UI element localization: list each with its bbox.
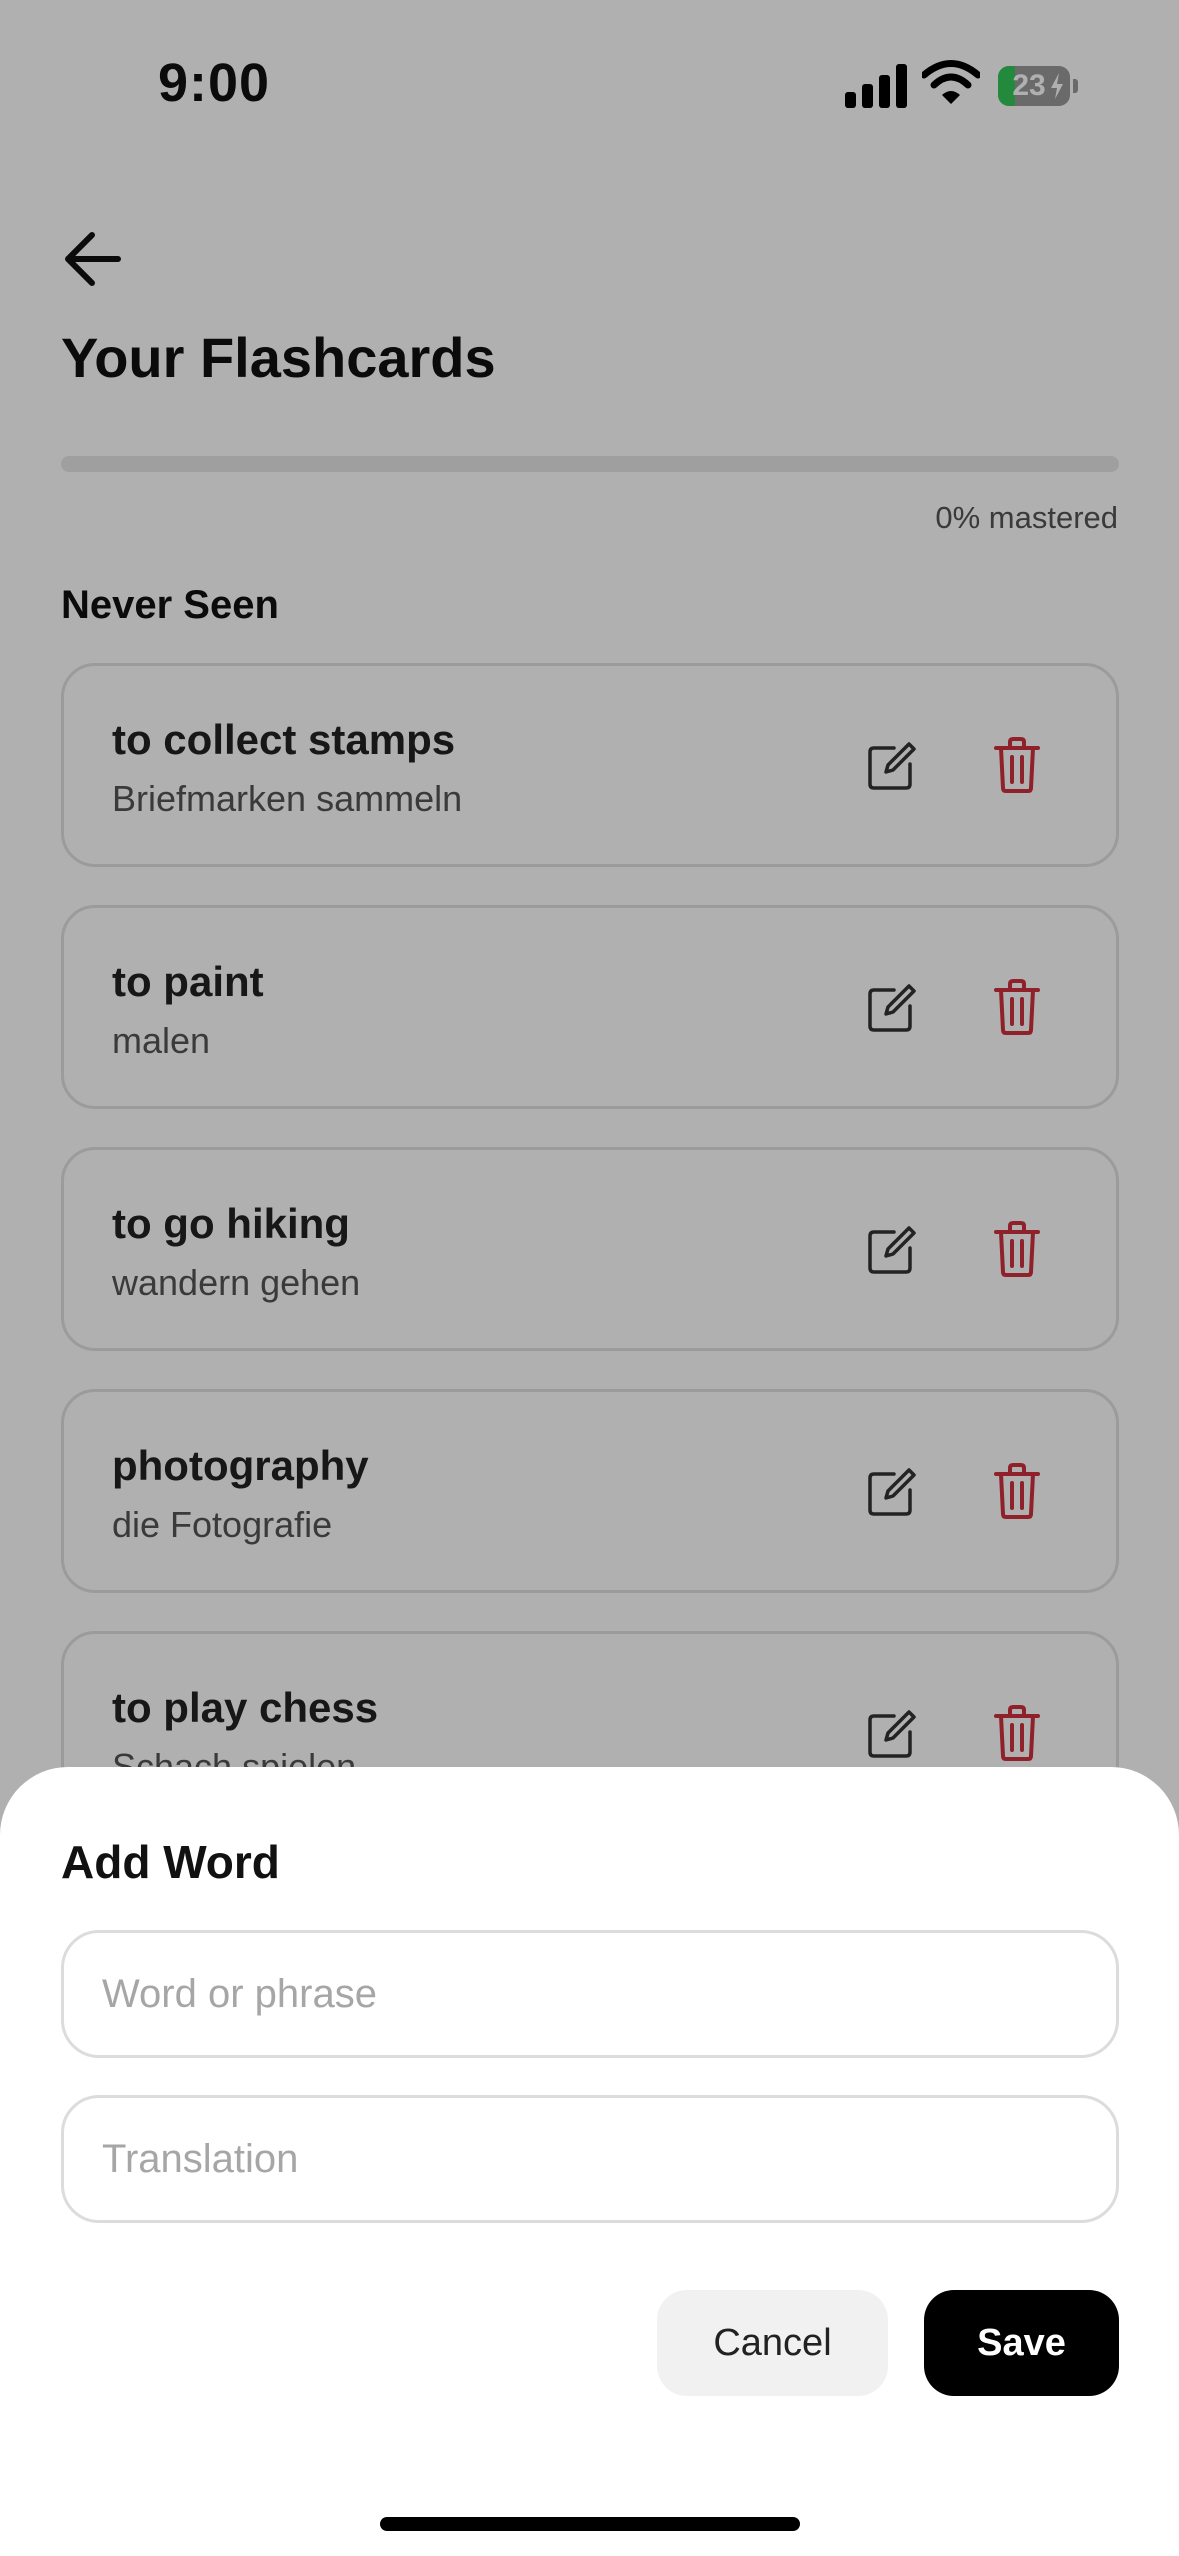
word-input[interactable]	[61, 1930, 1119, 2058]
translation-input[interactable]	[61, 2095, 1119, 2223]
add-word-sheet: Add Word Cancel Save	[0, 1767, 1179, 2556]
cancel-button[interactable]: Cancel	[657, 2290, 888, 2396]
save-button[interactable]: Save	[924, 2290, 1119, 2396]
home-indicator	[380, 2517, 800, 2531]
sheet-title: Add Word	[61, 1836, 280, 1888]
